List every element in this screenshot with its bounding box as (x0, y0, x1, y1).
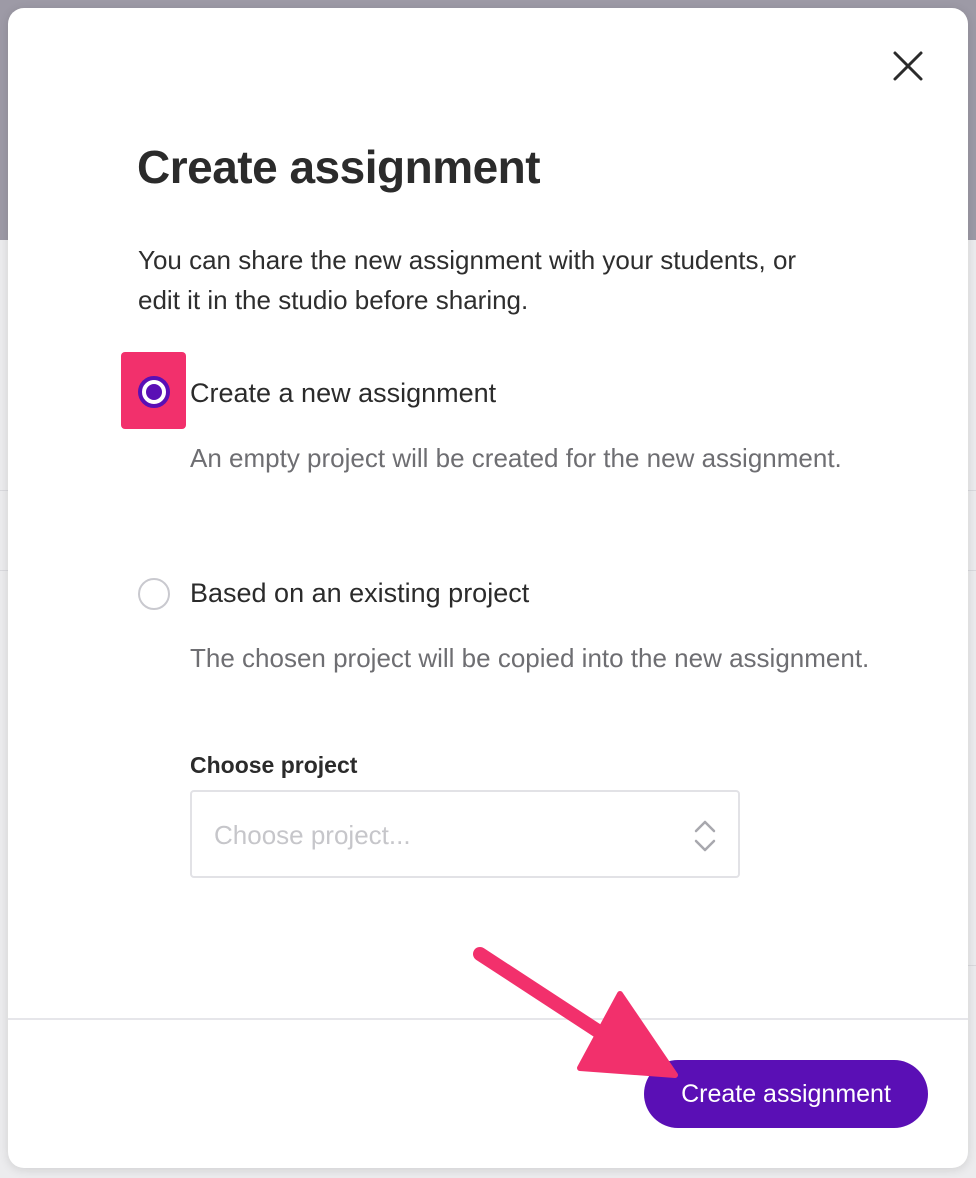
choose-project-placeholder: Choose project... (214, 820, 411, 850)
option-new-assignment-description: An empty project will be created for the… (190, 443, 842, 473)
backdrop-divider (968, 965, 976, 966)
choose-project-label: Choose project (190, 752, 358, 778)
dialog-intro: You can share the new assignment with yo… (138, 245, 797, 315)
dialog-title: Create assignment (137, 141, 541, 193)
backdrop-divider (0, 490, 8, 491)
backdrop-divider (968, 490, 976, 491)
radio-new-assignment[interactable] (138, 376, 170, 408)
option-new-assignment-label[interactable]: Create a new assignment (190, 378, 496, 409)
radio-existing-project[interactable] (138, 578, 170, 610)
backdrop-divider (0, 570, 8, 571)
close-button[interactable] (884, 42, 932, 90)
footer-divider (8, 1018, 968, 1020)
close-icon (893, 51, 923, 81)
chevron-up-down-icon (694, 820, 716, 852)
backdrop-divider (968, 570, 976, 571)
create-assignment-button[interactable]: Create assignment (644, 1060, 928, 1128)
choose-project-select[interactable]: Choose project... (190, 790, 740, 878)
option-existing-project-label[interactable]: Based on an existing project (190, 578, 529, 609)
option-existing-project-description: The chosen project will be copied into t… (190, 643, 870, 673)
